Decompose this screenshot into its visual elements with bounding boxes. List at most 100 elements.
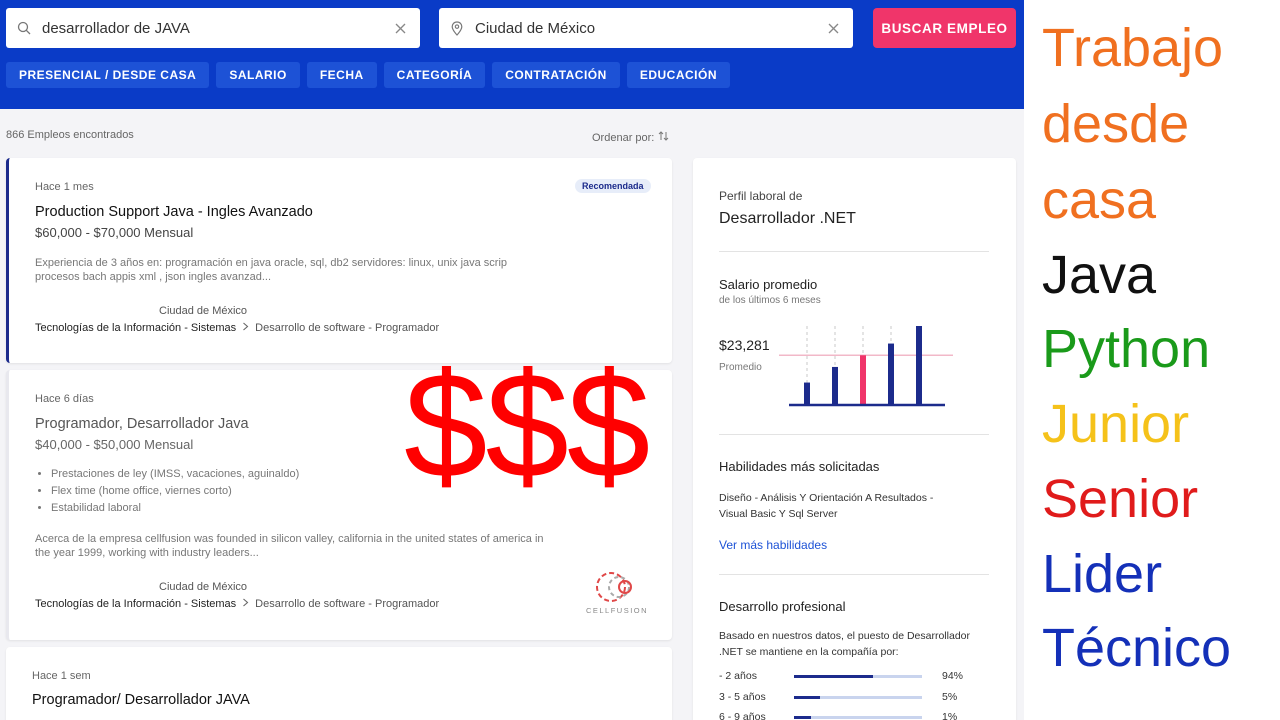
overlay-word: Junior bbox=[1042, 394, 1190, 454]
chevron-right-icon bbox=[242, 598, 249, 610]
tenure-track bbox=[794, 695, 922, 699]
job-category: Tecnologías de la Información - Sistemas bbox=[35, 322, 237, 334]
tenure-fill bbox=[794, 695, 820, 699]
salary-bar-chart bbox=[779, 326, 953, 407]
overlay-word: Senior bbox=[1042, 469, 1199, 529]
location-search-field[interactable]: Ciudad de México bbox=[439, 8, 853, 48]
tenure-label: 6 - 9 años bbox=[719, 711, 766, 720]
skills-list: Diseño - Análisis Y Orientación A Result… bbox=[719, 490, 989, 522]
job-benefits-list: Prestaciones de ley (IMSS, vacaciones, a… bbox=[51, 466, 299, 517]
career-line: .NET se mantiene en la compañía por: bbox=[719, 646, 899, 658]
tenure-fill bbox=[794, 674, 874, 678]
chevron-right-icon bbox=[242, 322, 249, 334]
job-title[interactable]: Programador, Desarrollador Java bbox=[35, 416, 249, 432]
keyword-search-field[interactable]: desarrollador de JAVA bbox=[6, 8, 420, 48]
skills-line: Diseño - Análisis Y Orientación A Result… bbox=[719, 492, 934, 504]
job-description-line: Acerca de la empresa cellfusion was foun… bbox=[35, 533, 544, 545]
sort-arrows-icon bbox=[658, 131, 669, 144]
search-icon bbox=[6, 21, 42, 35]
job-posted-date: Hace 1 sem bbox=[32, 670, 91, 682]
career-heading: Desarrollo profesional bbox=[719, 599, 846, 614]
search-jobs-button[interactable]: BUSCAR EMPLEO bbox=[873, 8, 1016, 48]
job-city: Ciudad de México bbox=[159, 305, 248, 317]
divider bbox=[719, 434, 989, 435]
job-description-line: the year 1999, working with industry lea… bbox=[35, 547, 259, 559]
clear-keyword-icon[interactable] bbox=[380, 23, 420, 34]
salary-subheading: de los últimos 6 meses bbox=[719, 295, 821, 306]
chart-bar bbox=[888, 343, 894, 404]
job-title[interactable]: Production Support Java - Ingles Avanzad… bbox=[35, 204, 313, 220]
overlay-word: Python bbox=[1042, 319, 1211, 379]
tenure-row: 6 - 9 años 1% bbox=[719, 710, 989, 720]
filter-contract[interactable]: CONTRATACIÓN bbox=[492, 62, 620, 88]
job-subcategory: Desarrollo de software - Programador bbox=[255, 598, 440, 610]
tenure-percent: 1% bbox=[942, 711, 958, 720]
job-description-line: procesos bach appis xml , json ingles av… bbox=[35, 271, 272, 283]
tenure-fill bbox=[794, 715, 811, 719]
clear-location-icon[interactable] bbox=[813, 23, 853, 34]
job-site: desarrollador de JAVA Ciudad de México B… bbox=[0, 0, 1024, 720]
tenure-track bbox=[794, 674, 922, 678]
job-posted-date: Hace 6 días bbox=[35, 393, 94, 405]
salary-average-value: $23,281 bbox=[719, 337, 770, 353]
job-city: Ciudad de México bbox=[159, 581, 248, 593]
job-category: Tecnologías de la Información - Sistemas bbox=[35, 598, 237, 610]
search-header: desarrollador de JAVA Ciudad de México B… bbox=[0, 0, 1024, 109]
overlay-word: Lider bbox=[1042, 544, 1163, 604]
overlay-word: desde bbox=[1042, 94, 1190, 154]
job-title[interactable]: Programador/ Desarrollador JAVA bbox=[32, 692, 250, 708]
job-description: Experiencia de 3 años en: programación e… bbox=[35, 256, 555, 284]
recommended-badge: Recomendada bbox=[575, 179, 651, 193]
salary-average-caption: Promedio bbox=[719, 362, 762, 373]
salary-heading: Salario promedio bbox=[719, 277, 818, 292]
chart-bar bbox=[804, 382, 810, 404]
chart-bar bbox=[916, 326, 922, 404]
company-logo: CELLFUSION bbox=[581, 568, 653, 618]
tenure-row: - 2 años 94% bbox=[719, 669, 989, 683]
overlay-word: Técnico bbox=[1042, 618, 1232, 678]
profile-title: Desarrollador .NET bbox=[719, 210, 856, 227]
job-description-line: Experiencia de 3 años en: programación e… bbox=[35, 257, 508, 269]
skills-heading: Habilidades más solicitadas bbox=[719, 459, 880, 474]
tenure-label: - 2 años bbox=[719, 670, 757, 682]
sort-control[interactable]: Ordenar por: bbox=[592, 131, 669, 144]
filter-date[interactable]: FECHA bbox=[306, 62, 377, 88]
keyword-overlay: Trabajo desde casa Java Python Junior Se… bbox=[1024, 0, 1280, 720]
divider bbox=[719, 574, 989, 575]
tenure-label: 3 - 5 años bbox=[719, 691, 766, 703]
job-profile-panel: Perfil laboral de Desarrollador .NET Sal… bbox=[693, 158, 1016, 720]
job-card[interactable]: Hace 1 sem Programador/ Desarrollador JA… bbox=[6, 647, 672, 720]
company-logo-text: CELLFUSION bbox=[586, 606, 648, 615]
overlay-word: casa bbox=[1042, 170, 1157, 230]
tenure-percent: 5% bbox=[942, 691, 958, 703]
job-categories: Tecnologías de la Información - Sistemas… bbox=[35, 322, 439, 334]
job-description: Acerca de la empresa cellfusion was foun… bbox=[35, 532, 555, 560]
tenure-track bbox=[794, 715, 922, 719]
job-card[interactable]: Hace 1 mes Recomendada Production Suppor… bbox=[6, 158, 672, 363]
dollar-signs-overlay: $$$ bbox=[404, 341, 650, 509]
divider bbox=[719, 251, 989, 252]
keyword-input[interactable]: desarrollador de JAVA bbox=[42, 20, 380, 37]
filter-salary[interactable]: SALARIO bbox=[216, 62, 300, 88]
benefit-item: Prestaciones de ley (IMSS, vacaciones, a… bbox=[51, 466, 299, 483]
tenure-row: 3 - 5 años 5% bbox=[719, 690, 989, 704]
filter-education[interactable]: EDUCACIÓN bbox=[626, 62, 730, 88]
filter-bar: PRESENCIAL / DESDE CASA SALARIO FECHA CA… bbox=[6, 62, 730, 88]
location-pin-icon bbox=[439, 20, 475, 36]
more-skills-link[interactable]: Ver más habilidades bbox=[719, 538, 827, 552]
location-input[interactable]: Ciudad de México bbox=[475, 20, 813, 37]
filter-category[interactable]: CATEGORÍA bbox=[383, 62, 486, 88]
benefit-item: Flex time (home office, viernes corto) bbox=[51, 483, 299, 500]
profile-label: Perfil laboral de bbox=[719, 189, 803, 203]
skills-line: Visual Basic Y Sql Server bbox=[719, 508, 838, 520]
job-categories: Tecnologías de la Información - Sistemas… bbox=[35, 598, 439, 610]
job-posted-date: Hace 1 mes bbox=[35, 181, 94, 193]
filter-modality[interactable]: PRESENCIAL / DESDE CASA bbox=[6, 62, 210, 88]
sort-label: Ordenar por: bbox=[592, 131, 655, 144]
chart-bar bbox=[832, 366, 838, 404]
job-subcategory: Desarrollo de software - Programador bbox=[255, 322, 440, 334]
career-description: Basado en nuestros datos, el puesto de D… bbox=[719, 628, 989, 660]
tenure-percent: 94% bbox=[942, 670, 964, 682]
chart-bar bbox=[860, 355, 866, 404]
overlay-word: Trabajo bbox=[1042, 18, 1224, 78]
